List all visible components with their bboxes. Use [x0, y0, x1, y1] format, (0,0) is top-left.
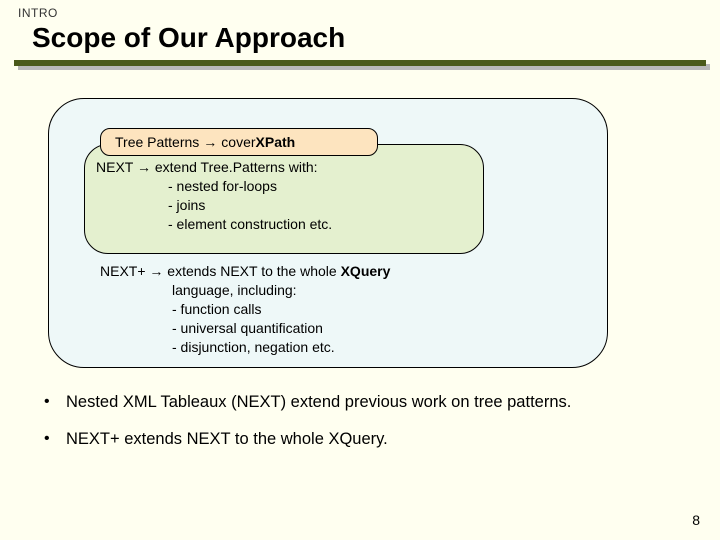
next-description: NEXT → extend Tree.Patterns with: - nest…: [96, 158, 332, 234]
title-rule: [14, 60, 706, 70]
outer-hdr-pre: NEXT+: [100, 263, 149, 279]
page-number: 8: [692, 512, 700, 528]
arrow-icon: →: [203, 134, 217, 150]
inner-rhs-pre: cover: [221, 134, 255, 150]
arrow-icon: →: [137, 159, 151, 175]
mid-item: - nested for-loops: [168, 177, 332, 196]
outer-item: - function calls: [172, 300, 390, 319]
page-title: Scope of Our Approach: [0, 20, 720, 60]
nextplus-description: NEXT+ → extends NEXT to the whole XQuery…: [100, 262, 390, 356]
outer-hdr-bold: XQuery: [341, 263, 391, 279]
arrow-icon: →: [149, 263, 163, 279]
outer-hdr-post2: language, including:: [172, 281, 390, 300]
inner-rhs-bold: XPath: [256, 134, 296, 150]
bullet-item: Nested XML Tableaux (NEXT) extend previo…: [40, 392, 680, 413]
outer-hdr-mid: extends NEXT to the whole: [163, 263, 340, 279]
outer-item: - universal quantification: [172, 319, 390, 338]
section-kicker: INTRO: [0, 0, 720, 20]
scope-box-treepatterns: Tree Patterns → cover XPath: [100, 128, 378, 156]
scope-diagram: Tree Patterns → cover XPath NEXT → exten…: [48, 98, 608, 368]
outer-item: - disjunction, negation etc.: [172, 338, 390, 357]
inner-lhs: Tree Patterns: [115, 134, 199, 150]
mid-hdr-pre: NEXT: [96, 159, 137, 175]
bullet-item: NEXT+ extends NEXT to the whole XQuery.: [40, 429, 680, 450]
mid-hdr-post: extend Tree.Patterns with:: [151, 159, 318, 175]
bullet-list: Nested XML Tableaux (NEXT) extend previo…: [40, 392, 680, 451]
mid-item: - element construction etc.: [168, 215, 332, 234]
mid-item: - joins: [168, 196, 332, 215]
